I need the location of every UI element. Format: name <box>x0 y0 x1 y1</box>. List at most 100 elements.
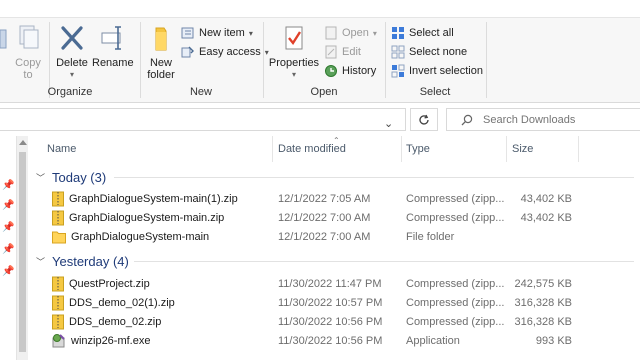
file-row[interactable]: DDS_demo_02.zip 11/30/2022 10:56 PM Comp… <box>30 313 640 332</box>
open-button[interactable]: Open ▾ <box>324 24 377 42</box>
refresh-button[interactable] <box>410 108 438 131</box>
select-all-label: Select all <box>409 27 454 39</box>
navigation-pane[interactable]: 📌 📌 📌 📌 📌 <box>0 136 16 360</box>
clipboard-partial-button[interactable] <box>0 26 8 56</box>
column-separator[interactable] <box>401 136 402 162</box>
file-date: 11/30/2022 11:47 PM <box>278 278 382 290</box>
file-row[interactable]: winzip26-mf.exe 11/30/2022 10:56 PM Appl… <box>30 332 640 351</box>
column-separator[interactable] <box>578 136 579 162</box>
scrollbar-thumb[interactable] <box>19 152 26 352</box>
open-icon <box>325 26 337 40</box>
column-header-type[interactable]: Type <box>406 136 506 162</box>
delete-x-icon <box>61 26 83 50</box>
address-bar[interactable]: ⌄ <box>0 108 406 131</box>
file-name-cell: GraphDialogueSystem-main.zip <box>52 210 224 226</box>
file-name-cell: DDS_demo_02.zip <box>52 314 161 330</box>
properties-button[interactable]: Properties ▾ <box>268 24 320 82</box>
column-separator[interactable] <box>272 136 273 162</box>
group-label-organize: Organize <box>47 86 93 98</box>
collapse-chevron-icon[interactable]: ﹀ <box>36 171 52 184</box>
scroll-up-arrow-icon[interactable] <box>19 140 27 145</box>
file-type: Compressed (zipp... <box>406 212 505 224</box>
ribbon-tab-strip <box>0 0 640 18</box>
invert-selection-label: Invert selection <box>409 65 483 77</box>
file-row[interactable]: QuestProject.zip 11/30/2022 11:47 PM Com… <box>30 275 640 294</box>
open-dropdown-icon: ▾ <box>372 28 377 38</box>
file-type: File folder <box>406 231 455 243</box>
file-row[interactable]: GraphDialogueSystem-main(1).zip 12/1/202… <box>30 190 640 209</box>
properties-icon <box>285 26 303 50</box>
address-history-chevron-icon[interactable]: ⌄ <box>384 117 393 130</box>
pin-icon: 📌 <box>2 266 15 277</box>
zip-icon <box>52 295 64 311</box>
search-input[interactable] <box>483 113 623 126</box>
refresh-icon <box>419 114 429 125</box>
edit-label: Edit <box>342 46 361 58</box>
column-header-date[interactable]: Date modified <box>278 136 398 162</box>
file-size: 316,328 KB <box>514 297 573 309</box>
file-type: Compressed (zipp... <box>406 278 505 290</box>
invert-selection-icon <box>391 64 405 78</box>
file-name: DDS_demo_02(1).zip <box>69 297 175 309</box>
file-date: 11/30/2022 10:56 PM <box>278 316 383 328</box>
file-name: GraphDialogueSystem-main(1).zip <box>69 193 238 205</box>
copy-to-button[interactable]: Copy to <box>14 24 42 82</box>
group-label-select: Select <box>419 86 451 98</box>
history-label: History <box>342 65 377 77</box>
collapse-chevron-icon[interactable]: ﹀ <box>36 255 52 268</box>
new-folder-icon <box>155 27 167 51</box>
search-box[interactable] <box>446 108 640 131</box>
rename-icon <box>101 26 121 50</box>
group-header-label: Today (3) <box>52 169 107 185</box>
pin-icon: 📌 <box>2 180 15 191</box>
column-header-name-label: Name <box>47 143 77 155</box>
file-name-cell: GraphDialogueSystem-main(1).zip <box>52 191 238 207</box>
easy-access-button[interactable]: Easy access ▾ <box>181 43 269 61</box>
file-name-cell: winzip26-mf.exe <box>52 333 150 349</box>
select-all-button[interactable]: Select all <box>391 24 454 42</box>
delete-label: Delete <box>56 57 88 69</box>
select-none-icon <box>391 45 405 59</box>
zip-icon <box>52 191 64 207</box>
column-header-size[interactable]: Size <box>512 136 572 162</box>
new-item-icon <box>181 27 194 39</box>
file-row[interactable]: GraphDialogueSystem-main.zip 12/1/2022 7… <box>30 209 640 228</box>
column-separator[interactable] <box>506 136 507 162</box>
rename-button[interactable]: Rename <box>92 24 134 82</box>
new-folder-button[interactable]: New folder <box>144 24 178 82</box>
select-none-button[interactable]: Select none <box>391 43 467 61</box>
group-header-today[interactable]: ﹀ Today (3) <box>36 168 106 186</box>
history-button[interactable]: History <box>324 62 376 80</box>
file-name: QuestProject.zip <box>69 278 150 290</box>
file-name: GraphDialogueSystem-main <box>71 231 210 243</box>
copy-to-label-2: to <box>23 69 33 81</box>
zip-icon <box>52 314 64 330</box>
column-header-name[interactable]: Name <box>47 136 272 162</box>
group-header-yesterday[interactable]: ﹀ Yesterday (4) <box>36 252 129 270</box>
new-item-button[interactable]: New item ▾ <box>181 24 253 42</box>
column-header-date-label: Date modified <box>278 143 346 155</box>
rename-label: Rename <box>92 57 134 69</box>
easy-access-icon <box>181 46 194 58</box>
file-row[interactable]: GraphDialogueSystem-main 12/1/2022 7:00 … <box>30 228 640 247</box>
select-none-label: Select none <box>409 46 468 58</box>
file-row[interactable]: DDS_demo_02(1).zip 11/30/2022 10:57 PM C… <box>30 294 640 313</box>
address-bar-row: ⌄ <box>0 104 640 134</box>
folder-icon <box>52 231 66 244</box>
group-header-label: Yesterday (4) <box>52 253 129 269</box>
pin-icon: 📌 <box>2 222 15 233</box>
navigation-scrollbar[interactable] <box>16 136 28 360</box>
easy-access-label: Easy access <box>199 46 261 58</box>
invert-selection-button[interactable]: Invert selection <box>391 62 483 80</box>
new-folder-label-2: folder <box>147 69 175 81</box>
file-date: 11/30/2022 10:56 PM <box>278 335 383 347</box>
delete-button[interactable]: Delete ▾ <box>55 24 89 82</box>
file-name-cell: GraphDialogueSystem-main <box>52 229 209 245</box>
file-type: Application <box>406 335 460 347</box>
copy-to-label-1: Copy <box>15 57 41 69</box>
edit-button[interactable]: Edit <box>324 43 361 61</box>
properties-label: Properties <box>268 57 320 69</box>
new-folder-label-1: New <box>149 57 172 69</box>
file-list: ⌃ Name Date modified Type Size ﹀ Today (… <box>30 136 640 360</box>
delete-dropdown-icon: ▾ <box>69 70 74 79</box>
